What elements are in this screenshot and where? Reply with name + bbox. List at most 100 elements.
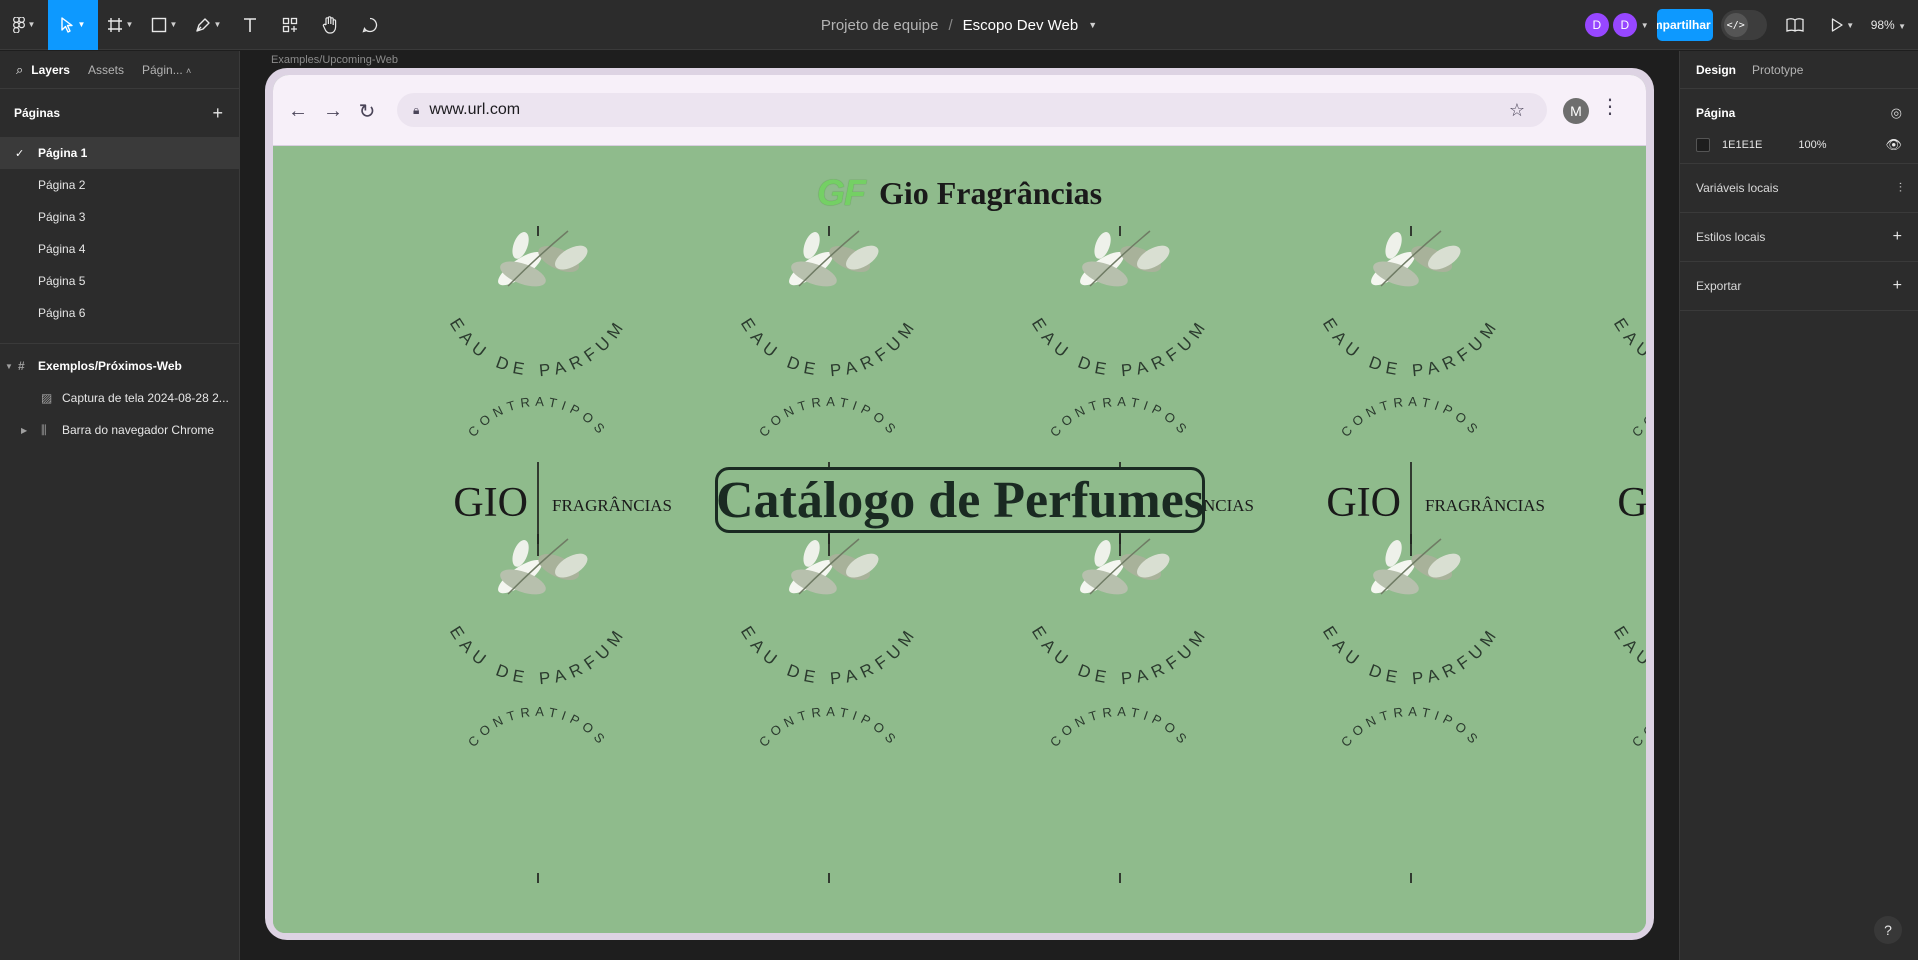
layer-frame[interactable]: ▼ # Exemplos/Próximos-Web [0,350,239,382]
star-icon[interactable]: ☆ [1509,100,1525,121]
main-menu-button[interactable]: ▼ [0,0,48,50]
share-button[interactable]: Compartilhar [1656,9,1713,41]
text-tool-button[interactable] [230,0,270,50]
help-button[interactable]: ? [1874,916,1902,944]
frame-label[interactable]: Examples/Upcoming-Web [271,54,398,66]
move-tool-button[interactable]: ▼ [48,0,98,50]
zoom-level[interactable]: 98% ▼ [1871,18,1906,32]
back-icon[interactable]: ← [280,93,316,129]
fill-hex[interactable]: 1E1E1E [1722,139,1762,151]
variables-section: Variáveis locais ⫶ [1680,164,1918,213]
page-item[interactable]: ✓ Página 1 [0,137,239,169]
figma-logo-icon [12,16,25,33]
url-text: www.url.com [429,101,521,118]
tab-prototype[interactable]: Prototype [1752,63,1803,77]
search-icon[interactable]: ⌕ [16,62,23,78]
pattern-text: CONTRATIPOS [1338,704,1484,750]
export-header[interactable]: Exportar + [1696,262,1902,310]
page-fill-row[interactable]: 1E1E1E 100% 👁︎ [1696,127,1902,163]
perfume-pattern: EAU DE PARFUM CONTRATIPOS EAU DE PARFUM CON… [446,226,1646,883]
page-item[interactable]: Página 3 [0,201,239,233]
toolbar-right: D D ▼ Compartilhar </> ▼ 98% ▼ [1584,0,1918,50]
layer-component[interactable]: ▶ ⫼ Barra do navegador Chrome [0,414,239,446]
caret-down-icon[interactable]: ▼ [5,362,13,371]
page-item[interactable]: Página 4 [0,233,239,265]
tab-pages[interactable]: Págin... ˄ [142,63,191,77]
eye-icon[interactable]: 👁︎ [1885,137,1902,153]
team-name[interactable]: Projeto de equipe [821,17,939,34]
page-item[interactable]: Página 5 [0,265,239,297]
resources-tool-button[interactable] [270,0,310,50]
website-content: EAU DE PARFUM CONTRATIPOS EAU DE PARFUM CON… [273,146,1646,933]
avatar[interactable]: D [1612,13,1637,37]
canvas[interactable]: Examples/Upcoming-Web ← → ↻ 🔒︎ www.url.c… [241,51,1679,960]
library-button[interactable] [1775,0,1815,50]
breadcrumb-separator: / [948,16,953,34]
leaf-cluster [1365,229,1466,293]
chevron-down-icon[interactable]: ▼ [1088,20,1097,30]
add-page-icon[interactable]: + [212,103,223,124]
shape-tool-button[interactable]: ▼ [142,0,186,50]
pattern-text: EAU DE PARFUM [1028,315,1212,381]
cursor-icon [60,16,73,33]
catalog-title: Catálogo de Perfumes [715,467,1205,533]
variables-title: Variáveis locais [1696,181,1779,195]
eau-de-parfum-arc: EAU DE PARFUM [1028,315,1212,381]
reload-icon[interactable]: ↻ [349,93,385,129]
device-frame[interactable]: ← → ↻ 🔒︎ www.url.com ☆ M ⋮ EAU DE PARFUM… [265,68,1654,940]
page-item[interactable]: Página 2 [0,169,239,201]
hand-tool-button[interactable] [310,0,350,50]
page-item[interactable]: Página 6 [0,297,239,329]
leaf-cluster [783,229,884,293]
page-label: Página 2 [38,178,86,192]
more-icon[interactable]: ⋮ [1600,97,1620,117]
avatar[interactable]: D [1584,13,1609,37]
eau-de-parfum-arc: EAU DE PARFUM [1610,623,1646,689]
caret-right-icon[interactable]: ▶ [21,426,27,435]
variables-header[interactable]: Variáveis locais ⫶ [1696,164,1902,212]
address-bar[interactable]: 🔒︎ www.url.com ☆ [397,93,1547,127]
comment-tool-button[interactable] [350,0,390,50]
tool-group: ▼ ▼ ▼ ▼ ▼ [0,0,390,50]
pattern-text: CONTRATIPOS [1629,394,1646,440]
add-export-icon[interactable]: + [1893,277,1902,295]
chevron-down-icon: ▼ [213,20,222,29]
pen-tool-button[interactable]: ▼ [186,0,230,50]
page-label: Página 3 [38,210,86,224]
frame-tool-button[interactable]: ▼ [98,0,142,50]
chevron-down-icon[interactable]: ▼ [1641,21,1649,30]
styles-section: Estilos locais + [1680,213,1918,262]
styles-header[interactable]: Estilos locais + [1696,213,1902,261]
layer-image[interactable]: ▨ Captura de tela 2024-08-28 2... [0,382,239,414]
present-button[interactable]: ▼ [1823,0,1863,50]
rectangle-icon [151,17,166,32]
tab-layers[interactable]: Layers [31,63,70,77]
collaborators[interactable]: D D ▼ [1584,13,1649,37]
pattern-text: EAU DE PARFUM [1610,315,1646,381]
add-style-icon[interactable]: + [1893,228,1902,246]
chevron-down-icon: ▼ [27,20,36,29]
profile-avatar[interactable]: M [1563,98,1589,124]
forward-icon[interactable]: → [315,93,351,129]
hide-style-icon[interactable]: ◎ [1891,105,1902,121]
color-swatch[interactable] [1696,138,1710,152]
tab-design[interactable]: Design [1696,63,1736,77]
play-icon [1832,18,1843,32]
zoom-value: 98% [1870,18,1895,32]
styles-title: Estilos locais [1696,230,1766,244]
pattern-tiles: EAU DE PARFUM CONTRATIPOS EAU DE PARFUM CON… [446,226,1646,883]
pattern-text: CONTRATIPOS [1338,394,1484,440]
file-name[interactable]: Escopo Dev Web [963,17,1079,34]
leaf-cluster [783,537,884,601]
contratipos-arc: CONTRATIPOS [1629,704,1646,750]
leaf-cluster [1365,537,1466,601]
dev-mode-toggle[interactable]: </> [1720,10,1767,40]
sliders-icon[interactable]: ⫶ [1899,180,1902,196]
fragrancias-text: FRAGRÂNCIAS [552,496,672,515]
text-icon [244,17,256,32]
figma-app: ▼ ▼ ▼ ▼ ▼ Projeto de equipe / Escopo Dev… [0,0,1918,960]
tab-assets[interactable]: Assets [88,63,124,77]
page-label: Página 5 [38,274,86,288]
divider [0,343,239,344]
fill-opacity[interactable]: 100% [1798,139,1826,151]
